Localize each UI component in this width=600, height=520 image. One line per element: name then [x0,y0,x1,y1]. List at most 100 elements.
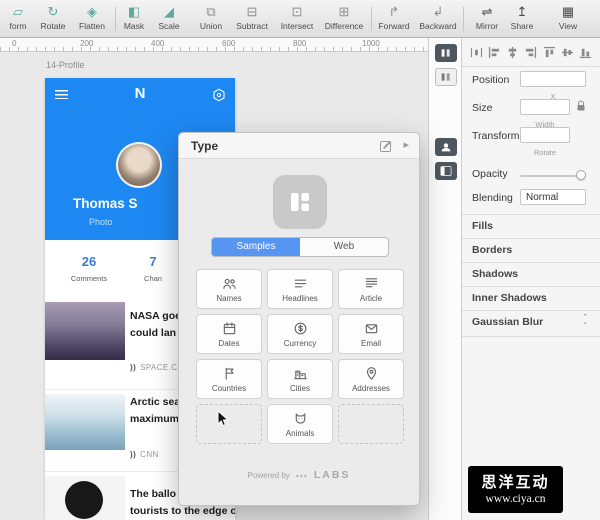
craft-photos-icon[interactable] [435,138,457,156]
tile-cities[interactable]: Cities [267,359,333,399]
divider [462,286,600,287]
tile-label: Dates [219,339,240,348]
toolbar-button-scale[interactable]: ◢Scale [152,4,186,31]
toolbar-button-flatten[interactable]: ◈Flatten [72,4,112,31]
section-fills[interactable]: Fills [472,220,493,232]
blur-stepper[interactable]: ⌃ ⌄ [582,315,588,325]
intersect-icon: ⊡ [276,4,318,20]
popup-title: Type [191,139,218,153]
toolbar-button-rotate[interactable]: ↻Rotate [36,4,70,31]
stepper-down-icon[interactable]: ⌄ [582,320,588,325]
feed-source: ))SPACE.C [130,363,177,372]
toolbar-button-mask[interactable]: ◧Mask [118,4,150,31]
view-icon: ▦ [548,4,588,20]
toolbar-button-difference[interactable]: ⊞Difference [320,4,368,31]
popup-footer: Powered by ▴▴▴ LABS [179,469,419,481]
tile-email[interactable]: Email [338,314,404,354]
tile-currency[interactable]: Currency [267,314,333,354]
divider [462,238,600,239]
people-icon [222,276,237,291]
toolbar-label: View [548,21,588,31]
toolbar-button-subtract[interactable]: ⊟Subtract [230,4,274,31]
stat-comments[interactable]: 26 Comments [61,254,117,283]
lock-icon[interactable] [576,100,586,112]
section-inner-shadows[interactable]: Inner Shadows [472,292,547,304]
divider [462,214,600,215]
source-icon: )) [130,450,136,459]
toolbar-button-share[interactable]: ↥Share [506,4,538,31]
email-icon [364,321,379,336]
opacity-slider-knob[interactable] [576,170,586,180]
tile-headlines[interactable]: Headlines [267,269,333,309]
align-right-icon[interactable] [524,46,537,59]
position-x-input[interactable] [520,71,586,87]
avatar[interactable] [116,142,162,188]
disclosure-arrow-icon[interactable]: ▸ [403,138,409,151]
watermark: 思洋互动 www.ciya.cn [468,466,563,513]
align-left-icon[interactable] [488,46,501,59]
tile-countries[interactable]: Countries [196,359,262,399]
forward-icon: ↱ [374,4,414,20]
section-borders[interactable]: Borders [472,244,512,256]
opacity-label: Opacity [472,168,508,180]
distribute-horizontal-icon[interactable] [470,46,483,59]
feed-thumbnail[interactable] [45,302,125,360]
tab-samples[interactable]: Samples [212,238,300,256]
artboard-title[interactable]: 14-Profile [46,60,85,70]
app-logo: N [45,85,235,102]
horizontal-ruler: 0 200 400 600 800 1000 [0,38,428,52]
ruler-label: 1000 [362,39,380,48]
toolbar-button-transform[interactable]: ▱form [2,4,34,31]
tile-article[interactable]: Article [338,269,404,309]
tile-dates[interactable]: Dates [196,314,262,354]
ruler-label: 200 [80,39,93,48]
transform-rotate-input[interactable] [520,127,570,143]
tile-names[interactable]: Names [196,269,262,309]
toolbar-button-union[interactable]: ⧉Union [194,4,228,31]
section-shadows[interactable]: Shadows [472,268,518,280]
tile-label: Currency [284,339,316,348]
tab-web[interactable]: Web [300,238,388,256]
align-center-horizontal-icon[interactable] [506,46,519,59]
backward-icon: ↲ [416,4,460,20]
size-width-input[interactable] [520,99,570,115]
currency-icon [293,321,308,336]
rotate-icon: ↻ [36,4,70,20]
align-bottom-icon[interactable] [579,46,592,59]
tile-label: Article [360,294,382,303]
section-gaussian-blur[interactable]: Gaussian Blur [472,316,543,328]
toolbar-button-view[interactable]: ▦View [548,4,588,31]
align-top-icon[interactable] [543,46,556,59]
align-middle-vertical-icon[interactable] [561,46,574,59]
stat-label: Comments [61,274,117,283]
toolbar-button-backward[interactable]: ↲Backward [416,4,460,31]
divider [462,310,600,311]
ruler-label: 800 [293,39,306,48]
toolbar-label: Flatten [72,21,112,31]
settings-hexagon-icon[interactable] [212,88,226,102]
toolbar-button-forward[interactable]: ↱Forward [374,4,414,31]
craft-duplicate-icon[interactable] [435,44,457,62]
toolbar-button-intersect[interactable]: ⊡Intersect [276,4,318,31]
craft-type-icon[interactable] [435,162,457,180]
headlines-icon [293,276,308,291]
toolbar-button-mirror[interactable]: ⇌Mirror [470,4,504,31]
watermark-brand: 思洋互动 [468,471,563,492]
craft-columns-icon[interactable] [435,68,457,86]
feed-thumbnail[interactable] [45,476,125,520]
feed-thumbnail[interactable] [45,394,125,450]
tile-label: Addresses [352,384,390,393]
source-name: SPACE.C [140,363,177,372]
headline-line: maximum [130,411,180,428]
divider [462,336,600,337]
tile-addresses[interactable]: Addresses [338,359,404,399]
blending-select[interactable]: Normal [520,189,586,205]
popup-header[interactable]: Type ▸ [179,133,419,159]
tile-animals[interactable]: Animals [267,404,333,444]
position-label: Position [472,74,509,86]
calendar-icon [222,321,237,336]
stat-channels[interactable]: 7 Chan [125,254,181,283]
edit-icon[interactable] [379,139,393,153]
toolbar-label: Union [194,21,228,31]
headline-line: Arctic sea [130,394,180,411]
